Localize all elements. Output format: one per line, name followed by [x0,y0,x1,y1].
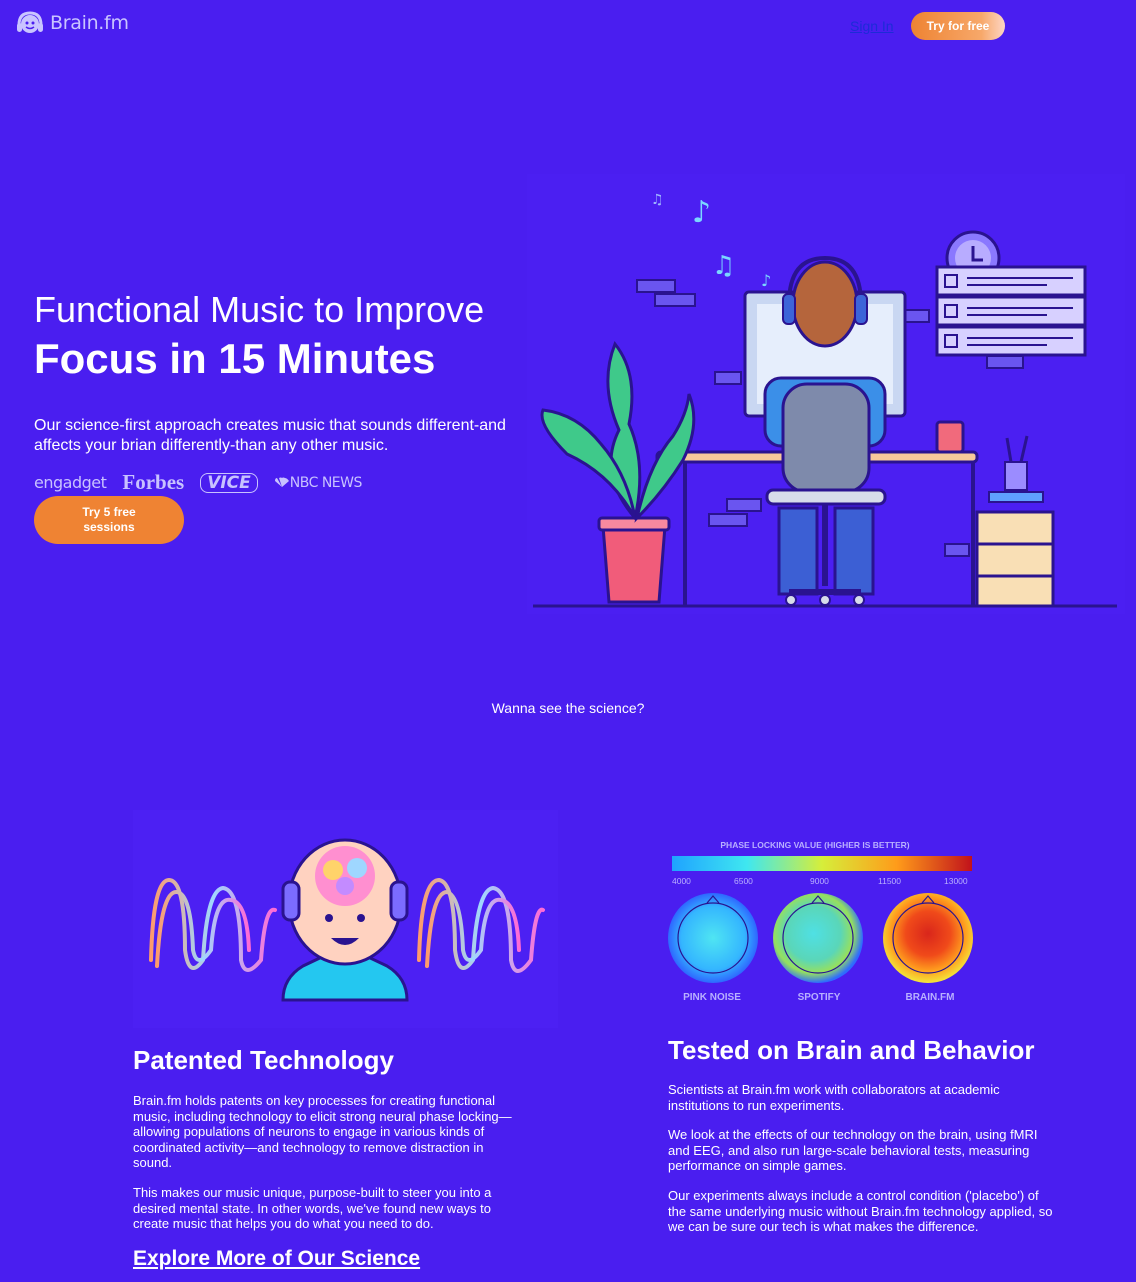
brainfm-head-map [883,893,973,983]
patented-paragraph-2: This makes our music unique, purpose-bui… [133,1185,492,1232]
phase-locking-chart: PHASE LOCKING VALUE (HIGHER IS BETTER) 4… [662,830,978,1010]
engadget-logo: engadget [34,473,107,492]
try-for-free-button[interactable]: Try for free [911,12,1005,40]
page: Brain.fm Sign In Try for free Functional… [0,0,1136,1282]
hero-description: Our science-first approach creates music… [34,417,506,454]
vice-logo: VICE [200,472,258,493]
svg-text:♫: ♫ [651,192,664,208]
patented-paragraph-1: Brain.fm holds patents on key processes … [133,1093,512,1171]
phase-locking-svg: PHASE LOCKING VALUE (HIGHER IS BETTER) 4… [668,840,973,1003]
logo[interactable]: Brain.fm [16,10,129,36]
workspace-illustration: ♫ ♪ ♫ ♪ [527,174,1125,614]
explore-science-link[interactable]: Explore More of Our Science [133,1247,420,1271]
color-scale-bar [672,856,972,871]
press-logos: engadget Forbes VICE NBC NEWS [34,470,362,495]
tested-paragraph-3: Our experiments always include a control… [668,1188,1053,1235]
svg-text:♪: ♪ [692,195,711,230]
head-label: BRAIN.FM [906,992,955,1003]
logo-text: Brain.fm [50,12,129,34]
brain-waves-illustration [133,810,558,1028]
pink-noise-head-map [668,893,758,983]
chart-title: PHASE LOCKING VALUE (HIGHER IS BETTER) [720,840,909,850]
head-label: PINK NOISE [683,992,741,1003]
scale-tick: 11500 [878,876,901,886]
tested-paragraph-2: We look at the effects of our technology… [668,1127,1038,1174]
science-link[interactable]: Wanna see the science? [0,700,1136,716]
nbc-peacock-icon [274,477,289,487]
nbc-news-logo: NBC NEWS [274,475,362,491]
tested-title: Tested on Brain and Behavior [668,1035,1035,1065]
scale-tick: 4000 [672,876,691,886]
scale-tick: 13000 [944,876,968,886]
nbc-news-text: NBC NEWS [289,474,363,491]
headphones-logo-icon [17,11,43,33]
spotify-head-map [773,893,863,983]
tested-paragraph-1: Scientists at Brain.fm work with collabo… [668,1082,1000,1113]
scale-tick: 6500 [734,876,753,886]
try-free-sessions-button[interactable]: Try 5 free sessions [34,496,184,544]
svg-text:♪: ♪ [761,271,771,290]
scale-tick: 9000 [810,876,829,886]
head-label: SPOTIFY [798,992,841,1003]
forbes-logo: Forbes [122,470,185,494]
hero-title-line1: Functional Music to Improve [34,289,485,330]
hero-title-line2: Focus in 15 Minutes [34,335,436,382]
svg-text:♫: ♫ [712,251,735,281]
sign-in-link[interactable]: Sign In [850,18,894,34]
patented-title: Patented Technology [133,1045,394,1075]
